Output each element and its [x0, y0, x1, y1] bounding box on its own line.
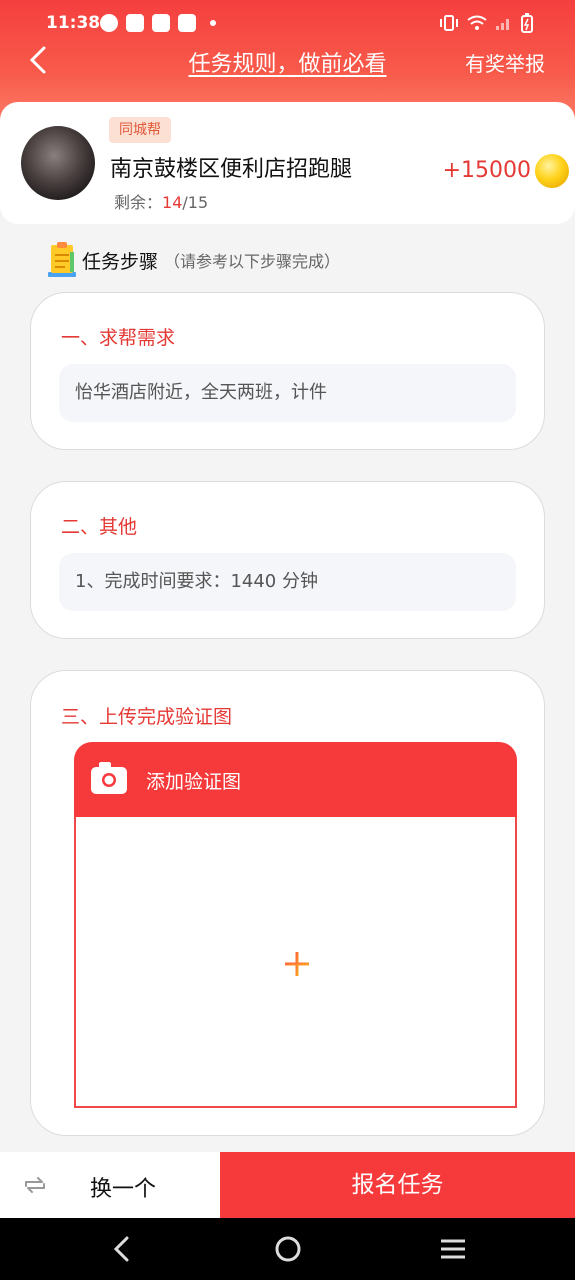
bottom-action-bar: 换一个 报名任务 — [0, 1152, 575, 1218]
vibrate-icon — [440, 15, 458, 31]
battery-icon — [521, 13, 533, 33]
step-section-upload: 三、上传完成验证图 添加验证图 — [30, 670, 545, 1136]
dot-icon — [210, 20, 216, 26]
upload-image-area[interactable] — [74, 817, 517, 1108]
mail-icon — [126, 14, 144, 32]
section-content: 1、完成时间要求：1440 分钟 — [59, 553, 516, 611]
remaining-current: 14 — [162, 193, 183, 212]
system-icons — [439, 13, 533, 33]
switch-task-label: 换一个 — [90, 1177, 157, 1202]
remaining-label: 剩余： — [114, 193, 163, 212]
reward-amount: +15000 — [442, 158, 531, 183]
section-content: 怡华酒店附近，全天两班，计件 — [59, 364, 516, 422]
refresh-icon — [25, 1177, 45, 1193]
remaining-count: 剩余：14/15 — [114, 189, 208, 213]
clipboard-icon — [48, 242, 76, 277]
system-nav-bar — [0, 1218, 575, 1280]
section-title: 三、上传完成验证图 — [61, 706, 233, 728]
status-time: 11:38 — [46, 13, 101, 33]
mail-icon — [178, 14, 196, 32]
task-tag: 同城帮 — [109, 117, 171, 143]
nav-back-icon[interactable] — [110, 1236, 134, 1262]
nav-menu-icon[interactable] — [439, 1236, 467, 1262]
switch-task-button[interactable]: 换一个 — [0, 1152, 220, 1218]
nav-home-icon[interactable] — [274, 1236, 302, 1262]
wifi-icon — [467, 15, 487, 30]
task-card: 同城帮 南京鼓楼区便利店招跑腿 剩余：14/15 +15000 — [0, 102, 575, 224]
clock-icon — [100, 14, 118, 32]
report-button[interactable]: 有奖举报 — [465, 48, 545, 77]
upload-label: 添加验证图 — [146, 771, 242, 793]
plus-icon[interactable] — [283, 950, 311, 978]
signal-icon — [496, 19, 509, 30]
task-title: 南京鼓楼区便利店招跑腿 — [110, 157, 353, 182]
steps-header: 任务步骤 （请参考以下步骤完成） — [46, 242, 340, 278]
mail-icon — [152, 14, 170, 32]
avatar — [21, 126, 95, 200]
add-verification-image-header[interactable]: 添加验证图 — [74, 742, 517, 818]
camera-icon — [91, 762, 127, 794]
gold-coin-icon — [535, 154, 569, 188]
navbar: 任务规则，做前必看 有奖举报 — [0, 40, 575, 80]
section-title: 一、求帮需求 — [61, 327, 176, 349]
remaining-total: /15 — [182, 193, 209, 212]
section-title: 二、其他 — [61, 516, 138, 538]
notification-icons — [100, 14, 216, 32]
step-section-other: 二、其他 1、完成时间要求：1440 分钟 — [30, 481, 545, 639]
step-section-requirement: 一、求帮需求 怡华酒店附近，全天两班，计件 — [30, 292, 545, 450]
steps-title: 任务步骤 — [82, 250, 159, 273]
signup-task-button[interactable]: 报名任务 — [220, 1152, 575, 1218]
steps-subtitle: （请参考以下步骤完成） — [164, 252, 341, 271]
